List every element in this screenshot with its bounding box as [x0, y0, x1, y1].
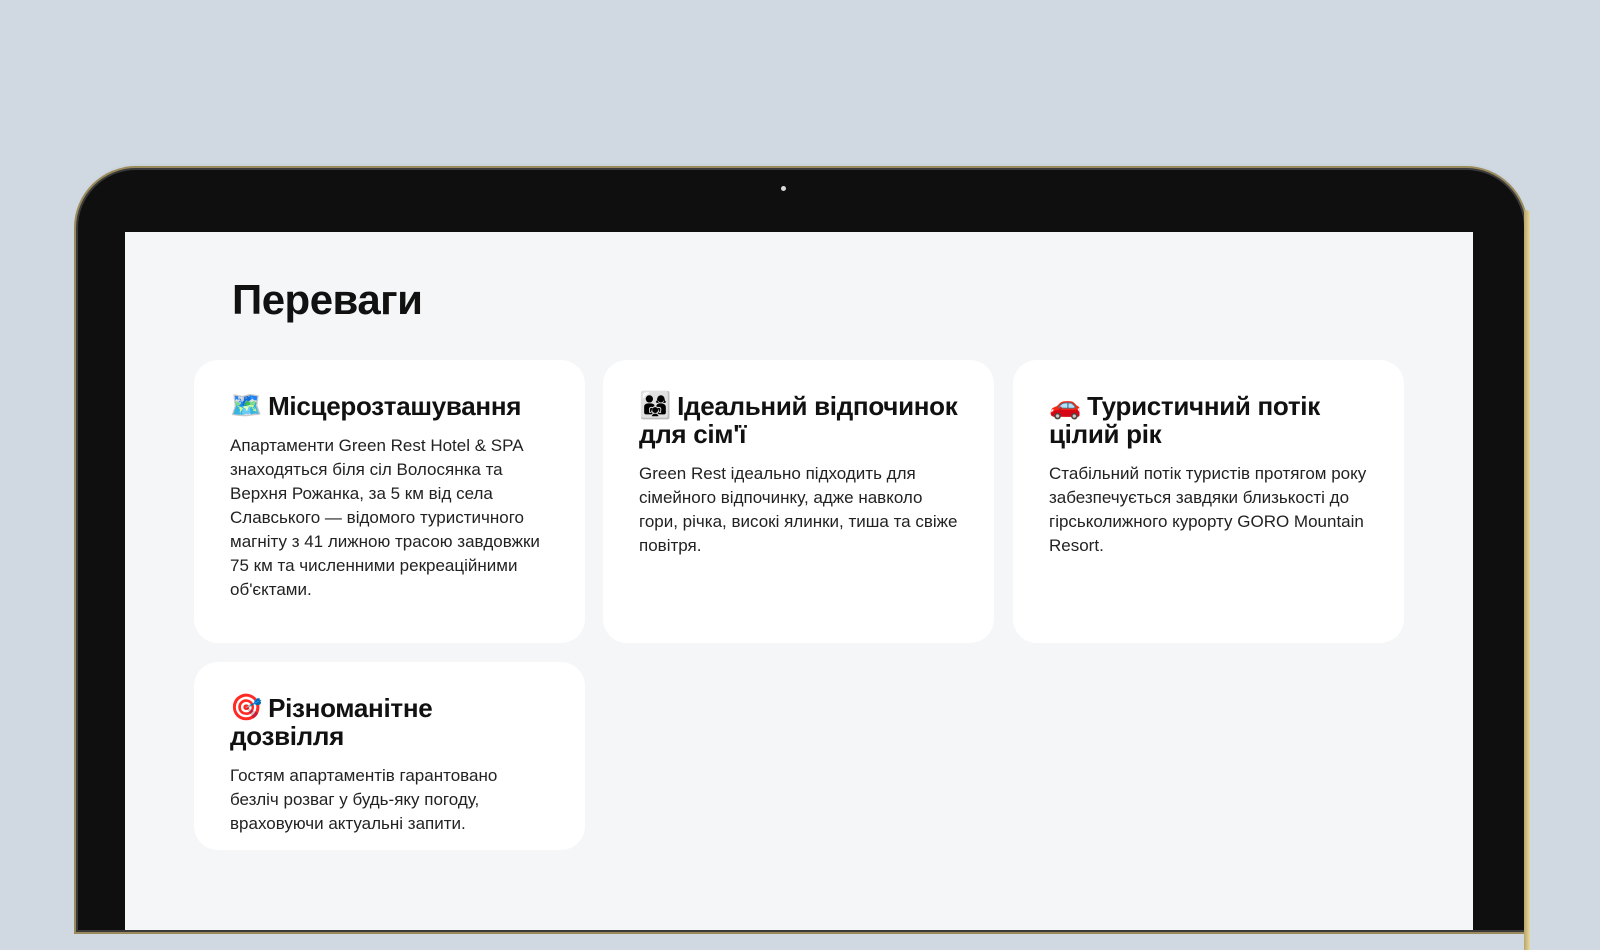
section-title: Переваги — [232, 276, 423, 323]
card-title: 🚗 Туристичний потік цілий рік — [1049, 392, 1368, 448]
family-icon: 👨‍👩‍👧 — [639, 391, 672, 421]
card-text: Гостям апартаментів гарантовано безліч р… — [230, 766, 498, 833]
laptop-screen: Переваги 🗺️ Місцерозташування Апартаменти… — [125, 232, 1473, 930]
card-title: 🗺️ Місцерозташування — [230, 392, 549, 420]
card-title-text: Туристичний потік цілий рік — [1049, 391, 1320, 449]
card-text: Стабільний потік туристів протягом року … — [1049, 464, 1367, 555]
advantage-card-leisure: 🎯 Різноманітне дозвілля Гостям апартамент… — [194, 662, 585, 850]
card-title-text: Ідеальний відпочинок для сім'ї — [639, 391, 958, 449]
card-text: Апартаменти Green Rest Hotel & SPA знахо… — [230, 436, 540, 599]
card-text: Green Rest ідеально підходить для сімейн… — [639, 464, 958, 555]
card-title-text: Місцерозташування — [268, 391, 522, 421]
advantage-card-family: 👨‍👩‍👧 Ідеальний відпочинок для сім'ї Gree… — [603, 360, 994, 643]
camera-dot — [781, 186, 786, 191]
card-title: 👨‍👩‍👧 Ідеальний відпочинок для сім'ї — [639, 392, 958, 448]
car-icon: 🚗 — [1049, 391, 1082, 421]
map-icon: 🗺️ — [230, 391, 263, 421]
laptop-frame: Переваги 🗺️ Місцерозташування Апартаменти… — [78, 170, 1530, 950]
advantage-card-tourist-flow: 🚗 Туристичний потік цілий рік Стабільний … — [1013, 360, 1404, 643]
card-title: 🎯 Різноманітне дозвілля — [230, 694, 549, 750]
target-icon: 🎯 — [230, 693, 263, 723]
advantage-card-location: 🗺️ Місцерозташування Апартаменти Green Re… — [194, 360, 585, 643]
